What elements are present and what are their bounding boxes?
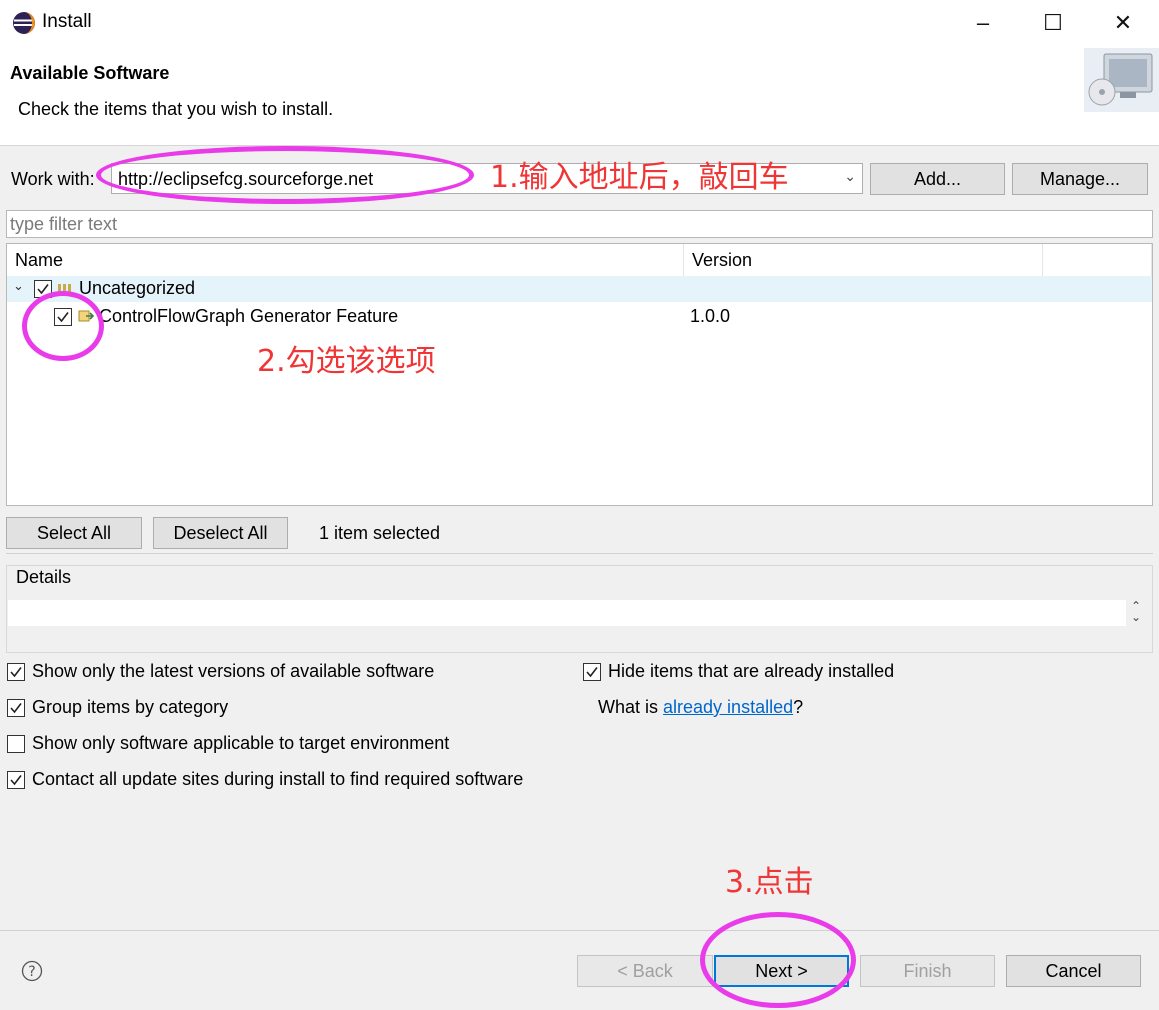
software-tree-table[interactable]: Name Version ⌄ Uncategorized ControlFlow… <box>6 243 1153 506</box>
filter-placeholder: type filter text <box>10 214 118 234</box>
maximize-button[interactable]: ☐ <box>1018 0 1088 46</box>
annotation-ellipse-checkbox <box>22 291 104 361</box>
page-message: Check the items that you wish to install… <box>18 99 334 119</box>
column-header-version[interactable]: Version <box>684 244 1043 276</box>
eclipse-icon <box>13 12 35 34</box>
annotation-step2: 2.勾选该选项 <box>257 344 436 379</box>
hide-installed-label: Hide items that are already installed <box>608 661 895 681</box>
minimize-button[interactable]: – <box>948 0 1018 46</box>
back-button[interactable]: < Back <box>577 955 713 987</box>
page-title: Available Software <box>10 63 170 83</box>
what-is-prefix: What is <box>598 697 664 717</box>
chevron-down-icon[interactable]: ⌄ <box>844 168 856 185</box>
footer-divider <box>0 930 1159 931</box>
scroll-arrows-icon[interactable]: ⌃ ⌄ <box>1128 600 1144 623</box>
details-label: Details <box>16 567 72 587</box>
annotation-step3: 3.点击 <box>725 865 814 900</box>
add-button[interactable]: Add... <box>870 163 1005 195</box>
annotation-ellipse-next <box>700 912 856 1008</box>
svg-text:?: ? <box>28 964 35 980</box>
what-is-suffix: ? <box>793 697 804 717</box>
select-all-button[interactable]: Select All <box>6 517 142 549</box>
expand-chevron-icon[interactable]: ⌄ <box>13 278 24 294</box>
already-installed-link[interactable]: already installed <box>663 697 793 717</box>
table-row[interactable]: ⌄ Uncategorized <box>7 276 1152 302</box>
contact-sites-label: Contact all update sites during install … <box>32 769 524 789</box>
hide-installed-checkbox[interactable] <box>583 663 601 681</box>
row-name: Uncategorized <box>79 278 196 298</box>
annotation-step1: 1.输入地址后，敲回车 <box>490 160 789 195</box>
row-version: 1.0.0 <box>690 306 731 326</box>
group-by-category-checkbox[interactable] <box>7 699 25 717</box>
filter-input[interactable]: type filter text <box>6 210 1153 238</box>
manage-button[interactable]: Manage... <box>1012 163 1148 195</box>
selection-status: 1 item selected <box>319 523 441 543</box>
column-header-empty <box>1043 244 1152 276</box>
what-is-installed-text: What is already installed? <box>598 697 803 718</box>
column-header-name[interactable]: Name <box>7 244 684 276</box>
finish-button[interactable]: Finish <box>860 955 995 987</box>
work-with-label: Work with: <box>11 169 95 189</box>
latest-versions-label: Show only the latest versions of availab… <box>32 661 435 681</box>
header-banner <box>0 46 1159 146</box>
close-button[interactable]: ✕ <box>1088 0 1158 46</box>
window-title: Install <box>42 11 92 32</box>
contact-sites-checkbox[interactable] <box>7 771 25 789</box>
divider <box>6 553 1153 554</box>
details-text-area[interactable] <box>8 600 1126 626</box>
cancel-button[interactable]: Cancel <box>1006 955 1141 987</box>
help-icon[interactable]: ? <box>21 960 43 982</box>
row-name: ControlFlowGraph Generator Feature <box>99 306 399 326</box>
latest-versions-checkbox[interactable] <box>7 663 25 681</box>
install-software-icon <box>1084 48 1159 112</box>
annotation-ellipse-url <box>96 146 474 204</box>
target-env-label: Show only software applicable to target … <box>32 733 450 753</box>
deselect-all-button[interactable]: Deselect All <box>153 517 288 549</box>
table-row[interactable]: ControlFlowGraph Generator Feature 1.0.0 <box>7 302 1152 330</box>
target-env-checkbox[interactable] <box>7 735 25 753</box>
group-by-category-label: Group items by category <box>32 697 229 717</box>
